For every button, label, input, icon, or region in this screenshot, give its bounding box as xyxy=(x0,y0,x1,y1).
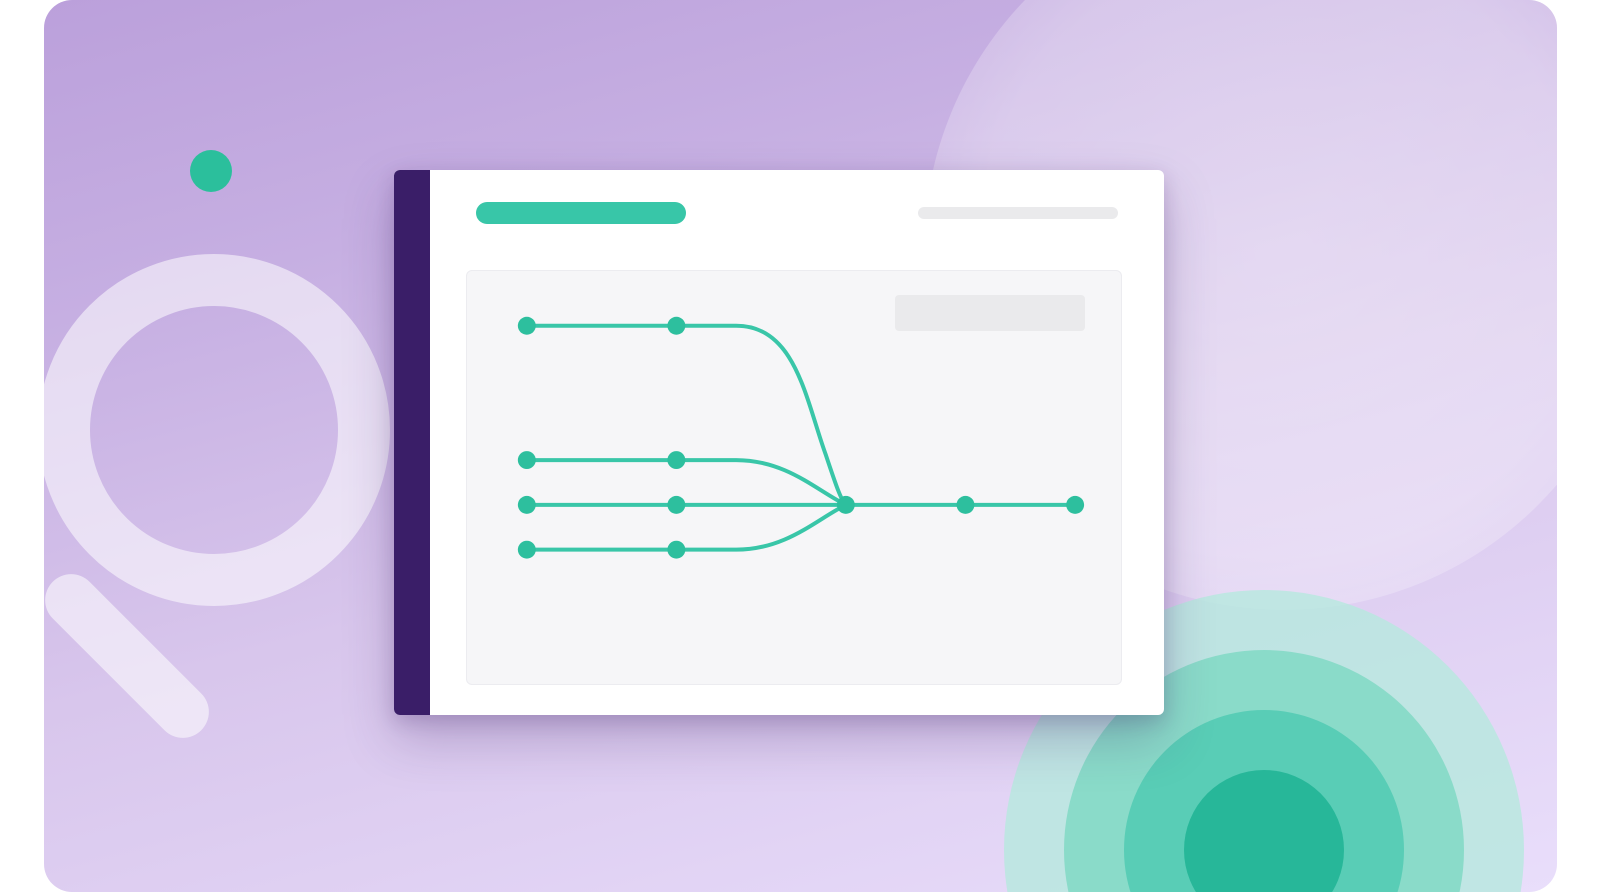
card-header xyxy=(430,170,1164,256)
header-right-placeholder xyxy=(918,207,1118,219)
node-b4-c1 xyxy=(517,541,535,559)
node-b3-c2 xyxy=(667,496,685,514)
node-trunk-1 xyxy=(956,496,974,514)
node-b3-c1 xyxy=(517,496,535,514)
merge-diagram xyxy=(467,271,1121,684)
branch-2-path xyxy=(526,460,845,505)
node-merge xyxy=(836,496,854,514)
node-b1-c1 xyxy=(517,317,535,335)
node-b2-c1 xyxy=(517,451,535,469)
browser-card xyxy=(394,170,1164,715)
node-b2-c2 xyxy=(667,451,685,469)
node-b4-c2 xyxy=(667,541,685,559)
diagram-panel xyxy=(466,270,1122,685)
accent-dot-icon xyxy=(190,150,232,192)
node-b1-c2 xyxy=(667,317,685,335)
card-sidebar xyxy=(394,170,430,715)
branch-4-path xyxy=(526,505,845,550)
node-trunk-2 xyxy=(1066,496,1084,514)
hero-illustration xyxy=(44,0,1557,892)
title-placeholder xyxy=(476,202,686,224)
